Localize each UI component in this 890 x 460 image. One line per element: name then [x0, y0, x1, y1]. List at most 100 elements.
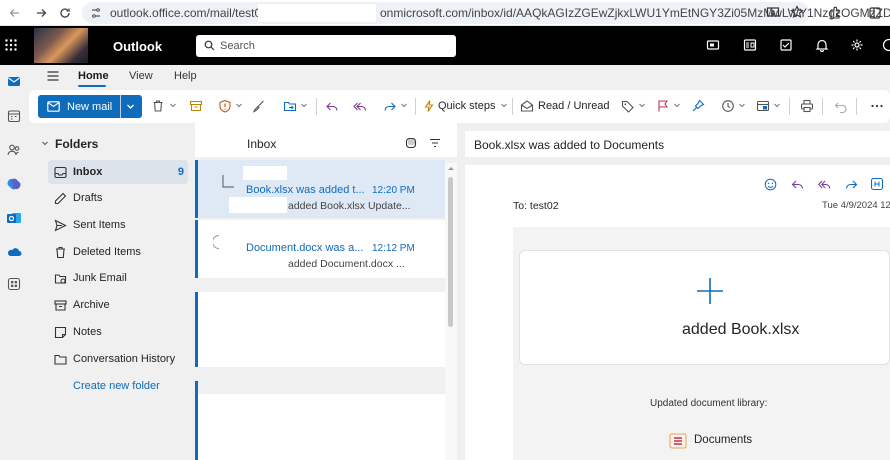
- url-redaction: [258, 4, 376, 22]
- folder-item-conversation-history[interactable]: Conversation History: [48, 347, 194, 371]
- document-library-icon: [669, 433, 687, 449]
- folder-item-notes[interactable]: Notes: [48, 320, 188, 344]
- message-item-redacted[interactable]: [195, 292, 445, 367]
- tag-icon[interactable]: [621, 99, 635, 113]
- rules-icon[interactable]: [756, 99, 770, 113]
- reply-all-icon[interactable]: [353, 99, 367, 113]
- sender-redaction: [243, 166, 287, 180]
- chevron-down-icon[interactable]: [41, 139, 49, 147]
- reply-icon[interactable]: [325, 99, 339, 113]
- install-app-icon[interactable]: [766, 6, 780, 20]
- folder-icon: [54, 353, 67, 366]
- message-gap: [195, 381, 445, 394]
- ribbon-toolbar: New mail Quick steps Read / Unread: [29, 90, 890, 123]
- chevron-down-icon[interactable]: [235, 101, 249, 115]
- pin-icon[interactable]: [691, 99, 705, 113]
- quick-steps-button[interactable]: Quick steps: [438, 100, 495, 112]
- apps-grid-icon[interactable]: [870, 177, 884, 191]
- folders-header[interactable]: Folders: [55, 137, 98, 151]
- people-icon[interactable]: [6, 142, 22, 158]
- chevron-down-icon[interactable]: [638, 101, 652, 115]
- settings-gear-icon[interactable]: [850, 38, 866, 54]
- search-input[interactable]: Search: [196, 35, 456, 57]
- report-icon[interactable]: [218, 99, 232, 113]
- snooze-clock-icon[interactable]: [721, 99, 735, 113]
- app-title[interactable]: Outlook: [113, 39, 162, 54]
- create-new-folder-link[interactable]: Create new folder: [73, 380, 160, 392]
- chevron-down-icon[interactable]: [126, 102, 135, 111]
- delete-icon[interactable]: [151, 99, 165, 113]
- selection-indicator: [195, 160, 198, 218]
- site-info-icon[interactable]: [90, 7, 102, 19]
- hamburger-menu-icon[interactable]: [46, 69, 60, 83]
- message-time: 12:20 PM: [372, 185, 415, 196]
- message-item-selected[interactable]: Book.xlsx was added t... 12:20 PM added …: [195, 160, 445, 218]
- tab-view[interactable]: View: [129, 70, 153, 82]
- back-icon[interactable]: [6, 4, 24, 22]
- chevron-down-icon[interactable]: [673, 101, 687, 115]
- app-launcher-icon[interactable]: [4, 38, 18, 52]
- print-icon[interactable]: [800, 99, 814, 113]
- envelope-open-icon[interactable]: [520, 99, 534, 113]
- meet-now-icon[interactable]: [706, 38, 722, 54]
- reply-all-icon[interactable]: [818, 178, 831, 191]
- folder-item-deleted-items[interactable]: Deleted Items: [48, 240, 188, 264]
- bookmark-star-icon[interactable]: [790, 5, 804, 19]
- chevron-down-icon[interactable]: [400, 101, 414, 115]
- folder-item-inbox[interactable]: Inbox 9: [48, 160, 188, 184]
- copilot-icon[interactable]: [6, 176, 22, 192]
- folder-item-archive[interactable]: Archive: [48, 293, 188, 317]
- message-item-redacted[interactable]: [195, 394, 445, 460]
- new-mail-button[interactable]: New mail: [38, 95, 142, 118]
- archive-icon[interactable]: [189, 99, 203, 113]
- select-messages-icon[interactable]: [405, 137, 417, 149]
- address-bar[interactable]: outlook.office.com/mail/test02( onmicros…: [82, 2, 890, 24]
- outlook-icon[interactable]: [6, 210, 22, 226]
- scrollbar-thumb[interactable]: [448, 177, 453, 327]
- message-list-scrollbar[interactable]: [445, 163, 457, 460]
- sidepanel-icon[interactable]: [866, 4, 884, 22]
- message-list-title[interactable]: Inbox: [247, 137, 276, 151]
- message-preview: added Book.xlsx Update...: [288, 200, 411, 212]
- more-options-icon[interactable]: [870, 99, 884, 113]
- undo-icon[interactable]: [834, 99, 848, 113]
- chevron-down-icon[interactable]: [169, 101, 183, 115]
- lightning-icon[interactable]: [422, 99, 436, 113]
- checkbox-icon[interactable]: [222, 174, 235, 188]
- chevron-down-icon[interactable]: [738, 101, 752, 115]
- flag-icon[interactable]: [656, 99, 670, 113]
- toolbar-divider: [415, 98, 416, 115]
- extensions-icon[interactable]: [826, 4, 844, 22]
- mail-icon[interactable]: [6, 73, 22, 89]
- sweep-icon[interactable]: [252, 99, 266, 113]
- help-icon[interactable]: [882, 38, 890, 54]
- more-apps-icon[interactable]: [6, 276, 22, 292]
- move-to-icon[interactable]: [283, 99, 297, 113]
- read-unread-button[interactable]: Read / Unread: [538, 100, 610, 112]
- calendar-icon[interactable]: [6, 108, 22, 124]
- notifications-bell-icon[interactable]: [815, 38, 831, 54]
- chevron-down-icon[interactable]: [300, 101, 314, 115]
- folder-label: Archive: [73, 299, 110, 311]
- message-item[interactable]: Document.docx was a... 12:12 PM added Do…: [195, 220, 445, 278]
- tab-help[interactable]: Help: [174, 70, 197, 82]
- folder-label: Conversation History: [73, 353, 176, 365]
- folder-item-sent-items[interactable]: Sent Items: [48, 213, 188, 237]
- folder-label: Junk Email: [73, 272, 127, 284]
- forward-mail-icon[interactable]: [383, 99, 397, 113]
- tab-home[interactable]: Home: [78, 70, 109, 82]
- folder-item-junk-email[interactable]: Junk Email: [48, 266, 188, 290]
- my-day-icon[interactable]: [779, 38, 795, 54]
- chevron-down-icon[interactable]: [773, 101, 787, 115]
- emoji-react-icon[interactable]: [764, 178, 777, 191]
- word-icon[interactable]: [743, 38, 759, 54]
- reply-icon[interactable]: [791, 178, 804, 191]
- reload-icon[interactable]: [56, 4, 74, 22]
- forward-mail-icon[interactable]: [845, 178, 858, 191]
- filter-icon[interactable]: [429, 137, 441, 149]
- folder-item-drafts[interactable]: Drafts: [48, 186, 188, 210]
- onedrive-icon[interactable]: [6, 244, 22, 260]
- scroll-up-arrow-icon[interactable]: [447, 165, 455, 171]
- unread-indicator: [195, 381, 198, 394]
- forward-icon[interactable]: [32, 4, 50, 22]
